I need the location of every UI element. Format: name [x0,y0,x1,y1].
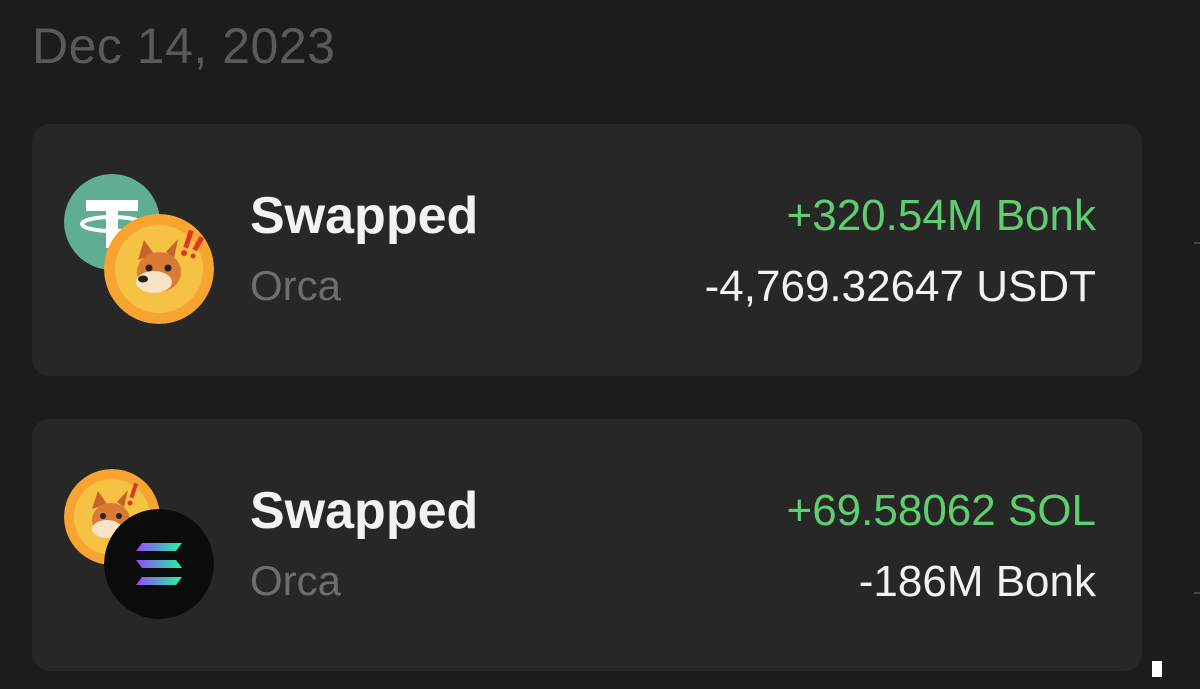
token-pair-icons [64,174,224,324]
scroll-edge-mark [1194,242,1200,244]
cursor-indicator [1152,661,1162,677]
sol-token-icon [104,509,214,619]
date-header: Dec 14, 2023 [32,18,336,74]
sent-amount: -4,769.32647 USDT [704,262,1096,311]
scroll-edge-mark [1194,592,1200,594]
transaction-source: Orca [250,262,342,309]
received-amount: +320.54M Bonk [786,191,1096,240]
received-amount: +69.58062 SOL [786,486,1096,535]
bonk-token-icon [104,214,214,324]
transaction-title: Swapped [250,482,479,540]
transaction-title: Swapped [250,187,479,245]
transaction-card[interactable]: Swapped Orca +69.58062 SOL -186M Bonk [32,419,1142,671]
token-pair-icons [64,469,224,619]
transaction-card[interactable]: Swapped Orca +320.54M Bonk -4,769.32647 … [32,124,1142,376]
transaction-source: Orca [250,557,342,604]
activity-screen: Dec 14, 2023 Swapped Orca +320.54M Bonk … [0,0,1200,689]
sent-amount: -186M Bonk [858,557,1096,606]
